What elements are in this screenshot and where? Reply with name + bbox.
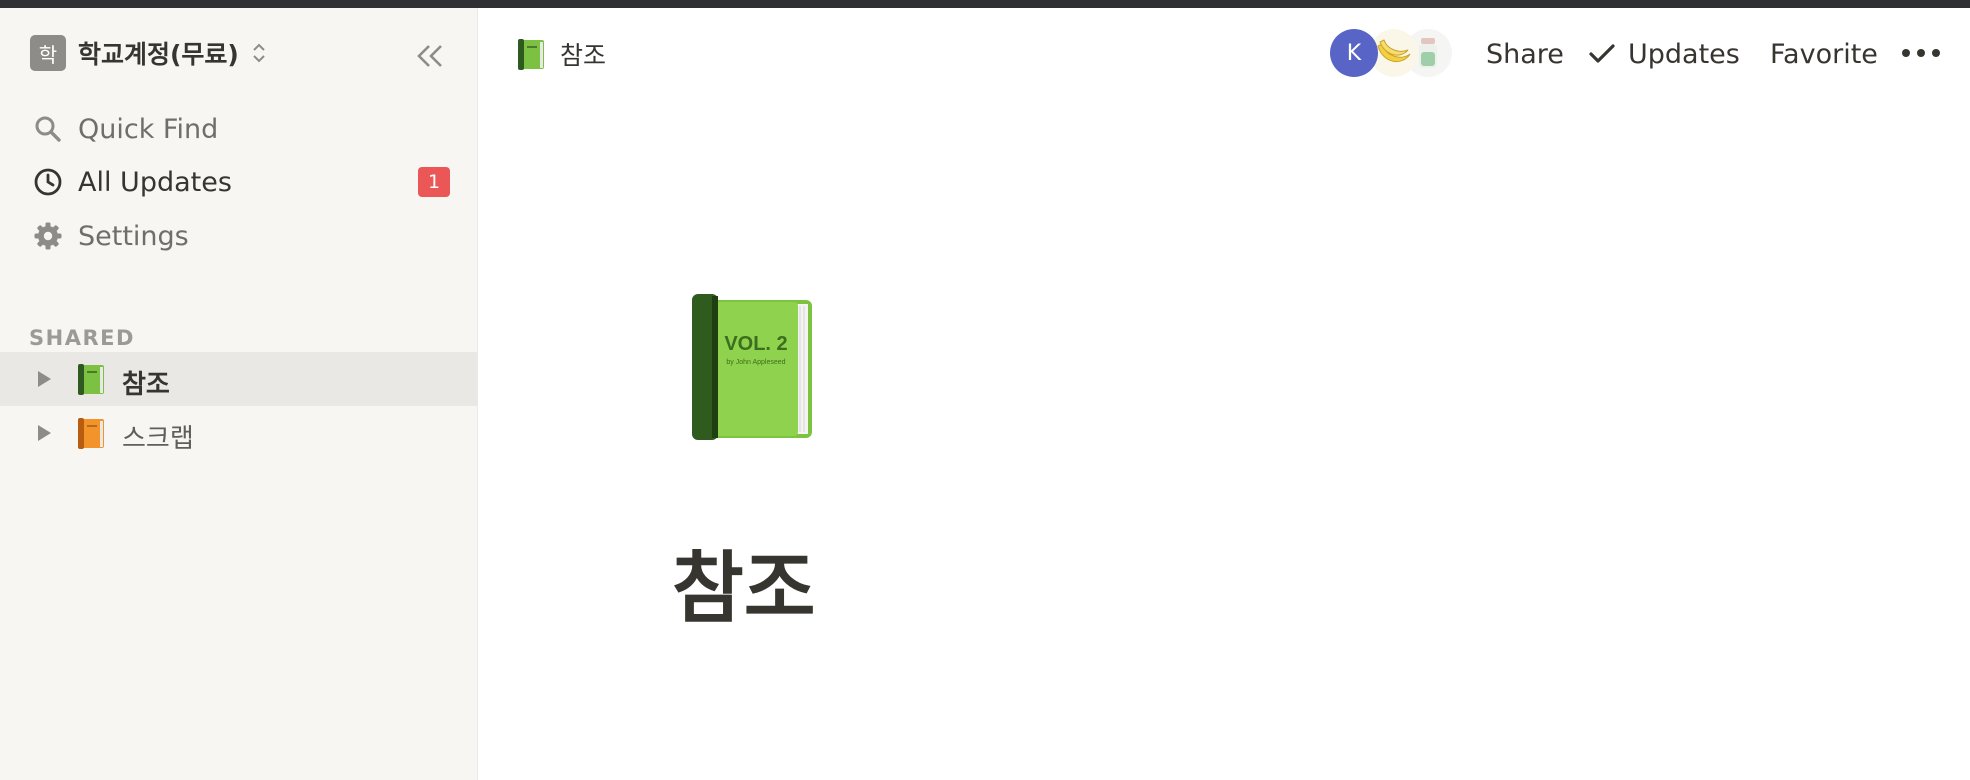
nav-label: Quick Find [78,113,219,145]
workspace-switcher[interactable]: 학 학교계정(무료) [30,34,267,72]
double-chevron-left-icon [417,45,442,67]
share-button[interactable]: Share [1486,34,1564,74]
orange-book-icon [78,418,104,449]
quick-find-item[interactable]: Quick Find [0,104,478,154]
updates-button[interactable]: Updates [1588,34,1740,74]
search-icon [32,113,64,145]
gear-icon [32,220,64,252]
settings-item[interactable]: Settings [0,211,478,261]
favorite-button[interactable]: Favorite [1770,34,1878,74]
nav-label: All Updates [78,166,232,198]
all-updates-item[interactable]: All Updates 1 [0,157,478,207]
green-book-icon [78,364,104,395]
nav-label: Settings [78,220,189,252]
sidebar-page-item[interactable]: 참조 [0,352,478,406]
breadcrumb-label: 참조 [560,41,607,70]
more-dots-icon [1902,49,1940,57]
window-top-strip [0,0,1970,8]
workspace-name: 학교계정(무료) [78,40,239,69]
page-label: 스크랩 [122,424,194,454]
green-book-icon [518,38,544,70]
page-title[interactable]: 참조 [672,526,816,638]
workspace-avatar: 학 [30,35,66,71]
book-cover-subtitle: by John Appleseed [726,359,785,366]
updates-count-badge: 1 [418,167,450,197]
jar-icon [1419,38,1437,68]
expand-toggle-icon[interactable] [38,371,51,387]
check-icon [1589,44,1615,63]
sidebar: 학 학교계정(무료) Quick Find All Updates 1 Sett… [0,8,478,780]
chevron-updown-icon [253,43,265,63]
collapse-sidebar-button[interactable] [412,38,448,74]
more-options-button[interactable] [1900,38,1942,68]
page-label: 참조 [122,370,170,400]
breadcrumb[interactable]: 참조 [516,36,606,72]
sidebar-page-item[interactable]: 스크랩 [0,406,478,460]
book-cover-title: VOL. 2 [724,333,787,355]
avatar[interactable]: K [1330,29,1378,77]
expand-toggle-icon[interactable] [38,425,51,441]
clock-icon [32,166,64,198]
updates-label: Updates [1628,38,1740,70]
collaborator-avatars[interactable]: K [1330,29,1452,77]
shared-section-header: SHARED [29,326,135,350]
banana-icon [1377,39,1411,62]
page-icon-green-book[interactable]: VOL. 2 by John Appleseed [690,292,818,444]
